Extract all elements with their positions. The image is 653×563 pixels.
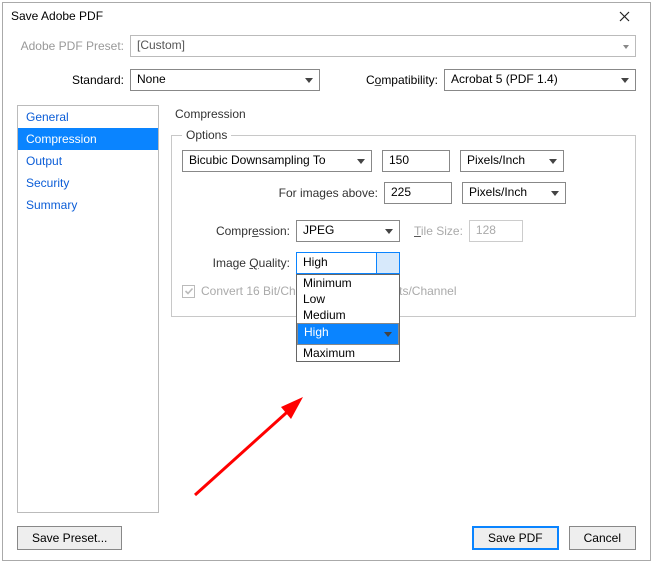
sidebar-item-output[interactable]: Output: [18, 150, 158, 172]
quality-option-maximum[interactable]: Maximum: [297, 345, 399, 361]
compression-select[interactable]: JPEG: [296, 220, 400, 242]
above-unit-select[interactable]: Pixels/Inch: [462, 182, 566, 204]
sidebar-item-general[interactable]: General: [18, 106, 158, 128]
dialog-body: General Compression Output Security Summ…: [3, 97, 650, 523]
quality-option-medium[interactable]: Medium: [297, 307, 399, 323]
quality-label: Image Quality:: [204, 256, 290, 270]
preset-select[interactable]: [Custom]: [130, 35, 636, 57]
compatibility-label: Compatibility:: [350, 73, 438, 87]
quality-option-minimum[interactable]: Minimum: [297, 275, 399, 291]
above-row: For images above: 225 Pixels/Inch: [182, 182, 625, 204]
close-button[interactable]: [604, 3, 644, 29]
window-title: Save Adobe PDF: [11, 9, 604, 23]
quality-value: High: [303, 255, 328, 269]
convert-16bit-checkbox: [182, 285, 195, 298]
options-legend: Options: [182, 128, 231, 142]
check-icon: [184, 286, 194, 296]
quality-dropdown[interactable]: Minimum Low Medium High Maximum: [296, 274, 400, 362]
tile-size-input: 128: [469, 220, 523, 242]
quality-row: Image Quality: High Minimum Low Medium H…: [182, 252, 625, 274]
quality-select[interactable]: High: [296, 252, 400, 274]
above-label: For images above:: [248, 186, 378, 200]
downsample-unit-select[interactable]: Pixels/Inch: [460, 150, 564, 172]
quality-option-high[interactable]: High: [297, 323, 399, 345]
convert-16bit-row: Convert 16 Bit/Channel Image to 8 Bits/C…: [182, 284, 625, 298]
downsample-row: Bicubic Downsampling To 150 Pixels/Inch: [182, 150, 625, 172]
titlebar: Save Adobe PDF: [3, 3, 650, 29]
preset-label: Adobe PDF Preset:: [17, 39, 124, 53]
save-preset-button[interactable]: Save Preset...: [17, 526, 122, 550]
sidebar-item-summary[interactable]: Summary: [18, 194, 158, 216]
sidebar: General Compression Output Security Summ…: [17, 105, 159, 513]
standard-label: Standard:: [17, 73, 124, 87]
close-icon: [619, 11, 630, 22]
downsample-value-input[interactable]: 150: [382, 150, 450, 172]
compression-row: Compression: JPEG Tile Size: 128: [182, 220, 625, 242]
standard-select[interactable]: None: [130, 69, 320, 91]
above-value-input[interactable]: 225: [384, 182, 452, 204]
sidebar-item-compression[interactable]: Compression: [18, 128, 158, 150]
options-fieldset: Options Bicubic Downsampling To 150 Pixe…: [171, 135, 636, 317]
preset-value: [Custom]: [137, 38, 185, 52]
chevron-down-icon: [386, 261, 394, 266]
standard-row: Standard: None Compatibility: Acrobat 5 …: [3, 63, 650, 97]
tile-size-label: Tile Size:: [414, 224, 463, 238]
annotation-arrow-icon: [185, 385, 315, 505]
compression-label: Compression:: [194, 224, 290, 238]
cancel-button[interactable]: Cancel: [569, 526, 636, 550]
compatibility-value: Acrobat 5 (PDF 1.4): [451, 72, 558, 86]
main-panel: Compression Options Bicubic Downsampling…: [171, 105, 636, 513]
standard-value: None: [137, 72, 166, 86]
save-pdf-button[interactable]: Save PDF: [472, 526, 559, 550]
footer: Save Preset... Save PDF Cancel: [17, 526, 636, 550]
downsample-method-select[interactable]: Bicubic Downsampling To: [182, 150, 372, 172]
page-title: Compression: [171, 105, 636, 131]
compatibility-select[interactable]: Acrobat 5 (PDF 1.4): [444, 69, 636, 91]
quality-option-low[interactable]: Low: [297, 291, 399, 307]
sidebar-item-security[interactable]: Security: [18, 172, 158, 194]
dialog: Save Adobe PDF Adobe PDF Preset: [Custom…: [2, 2, 651, 561]
preset-row: Adobe PDF Preset: [Custom]: [3, 29, 650, 63]
